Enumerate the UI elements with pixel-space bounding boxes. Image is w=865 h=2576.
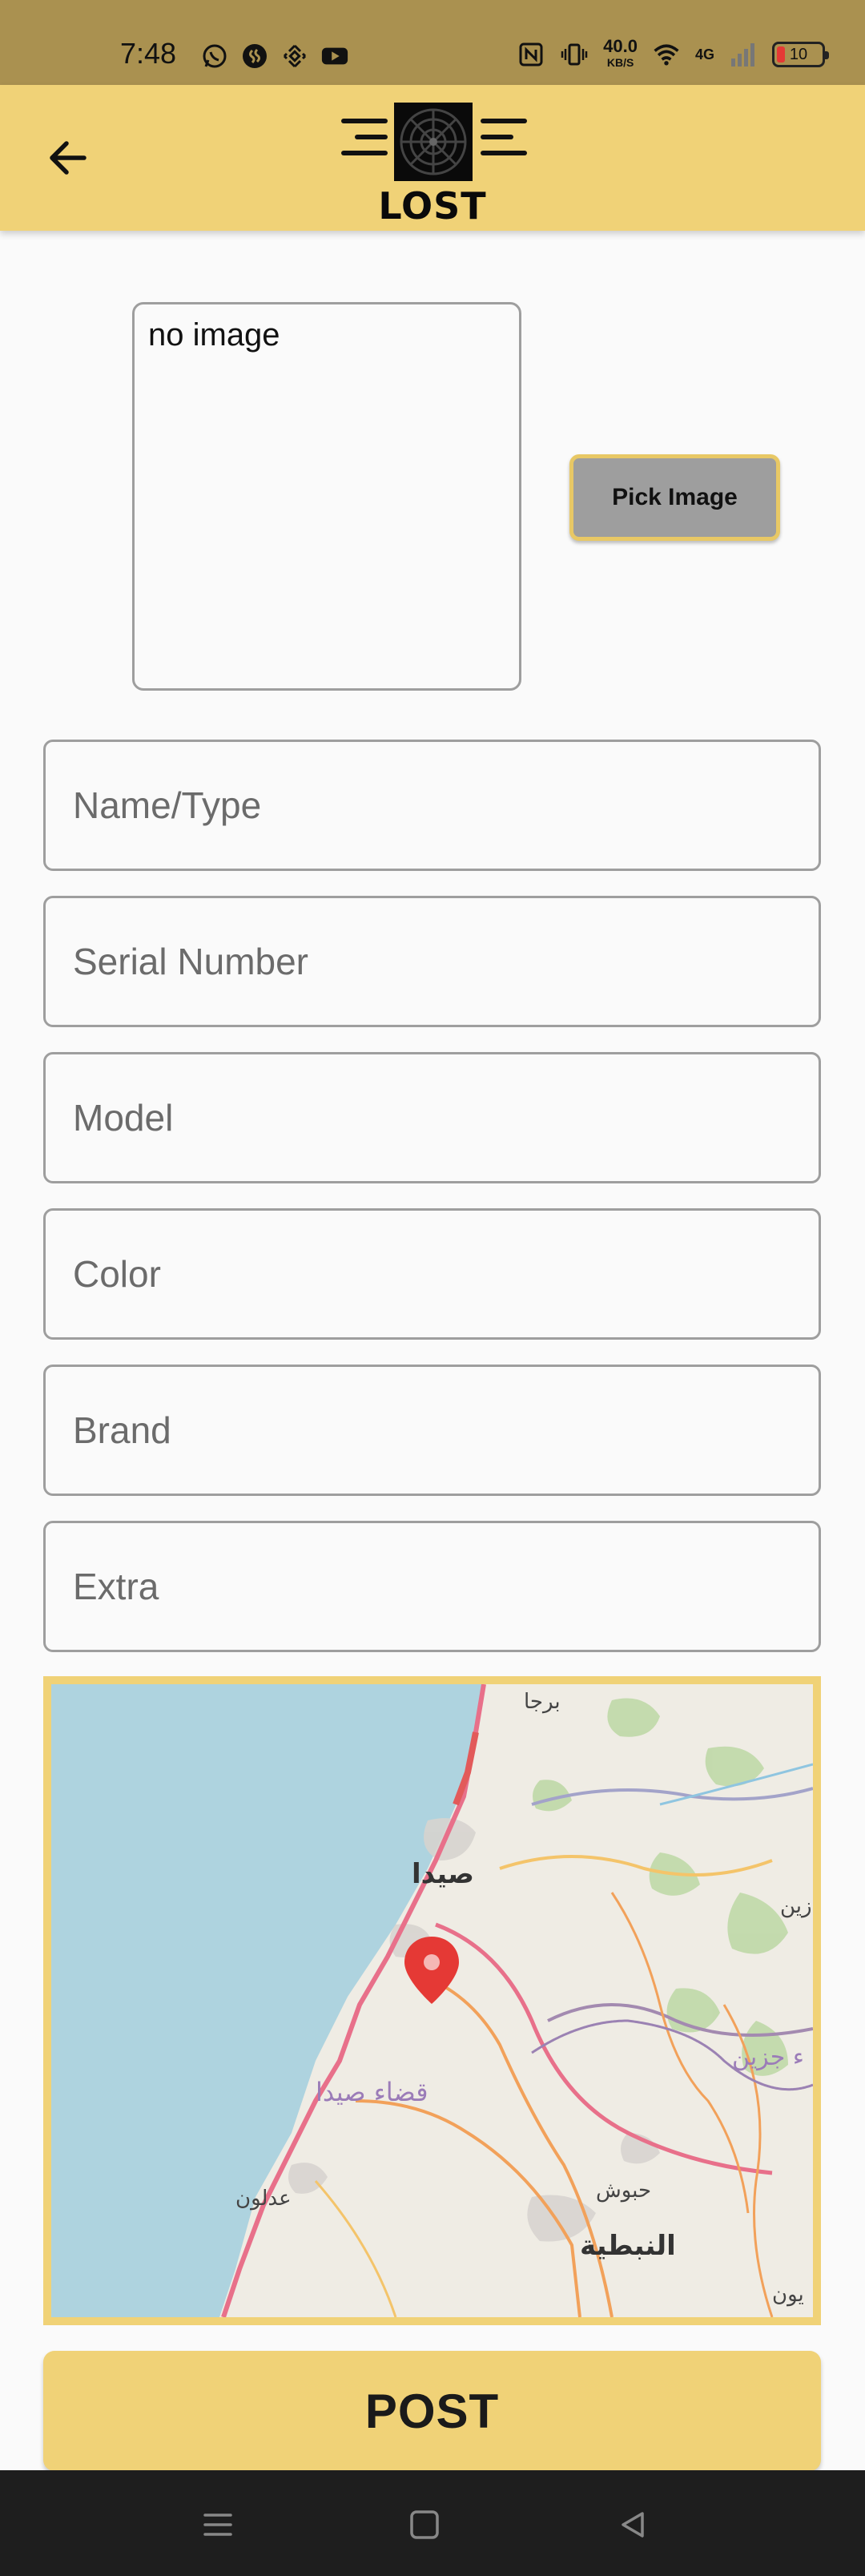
system-nav-bar (0, 2470, 865, 2576)
shazam-icon (240, 42, 269, 71)
app-bar: LOST (0, 85, 865, 231)
whatsapp-icon (200, 42, 229, 71)
binance-icon (280, 42, 309, 71)
map-label-adloun: عدلون (235, 2187, 292, 2211)
screen: 7:48 40.0 KB/S 4G 10 LOST no image Pick … (0, 0, 865, 2576)
battery-icon: 10 (772, 42, 829, 67)
system-status: 40.0 KB/S 4G 10 (517, 38, 829, 71)
nfc-icon (517, 40, 545, 69)
location-map[interactable]: برجا صيدا زين قضاء صيدا ء جزين عدلون حبو… (43, 1676, 821, 2325)
status-bar: 7:48 40.0 KB/S 4G 10 (0, 0, 865, 85)
network-speed-unit: KB/S (606, 56, 634, 69)
map-label-barja: برجا (524, 1690, 561, 1714)
map-label-yoon-partial: يون (772, 2283, 804, 2307)
model-input[interactable] (43, 1052, 821, 1183)
wifi-icon (652, 40, 681, 69)
color-input[interactable] (43, 1208, 821, 1340)
radar-icon (394, 103, 473, 181)
arrow-left-icon (50, 141, 86, 175)
map-label-nabatieh: النبطية (580, 2230, 676, 2262)
menu-icon[interactable] (194, 2502, 242, 2547)
image-preview-text: no image (148, 317, 280, 353)
notification-icons (200, 42, 349, 71)
extra-input[interactable] (43, 1521, 821, 1652)
battery-level: 10 (789, 45, 808, 63)
image-preview: no image (132, 302, 521, 691)
brand-input[interactable] (43, 1365, 821, 1496)
status-time: 7:48 (120, 37, 177, 70)
home-square-icon[interactable] (400, 2502, 449, 2547)
youtube-icon (320, 42, 349, 71)
pick-image-button[interactable]: Pick Image (569, 454, 780, 541)
map-label-saida: صيدا (412, 1858, 474, 1890)
app-logo: LOST (336, 96, 529, 228)
network-type: 4G (694, 46, 714, 62)
vibrate-icon (560, 40, 589, 69)
map-label-habboush: حبوش (596, 2179, 651, 2203)
map-label-jezzine-partial: زين (780, 1894, 812, 1918)
post-button[interactable]: POST (43, 2351, 821, 2471)
logo-lines-right (481, 119, 527, 167)
signal-icon (729, 40, 758, 69)
logo-text: LOST (378, 184, 487, 228)
map-label-saida-district: قضاء صيدا (316, 2077, 428, 2107)
map-label-jezzine-district: ء جزين (732, 2043, 804, 2071)
logo-lines-left (341, 119, 388, 167)
network-speed-value: 40.0 (603, 36, 638, 56)
back-triangle-icon[interactable] (609, 2502, 657, 2547)
serial-number-input[interactable] (43, 896, 821, 1027)
back-button[interactable] (40, 130, 96, 186)
network-speed: 40.0 KB/S (603, 38, 638, 71)
name-type-input[interactable] (43, 740, 821, 871)
